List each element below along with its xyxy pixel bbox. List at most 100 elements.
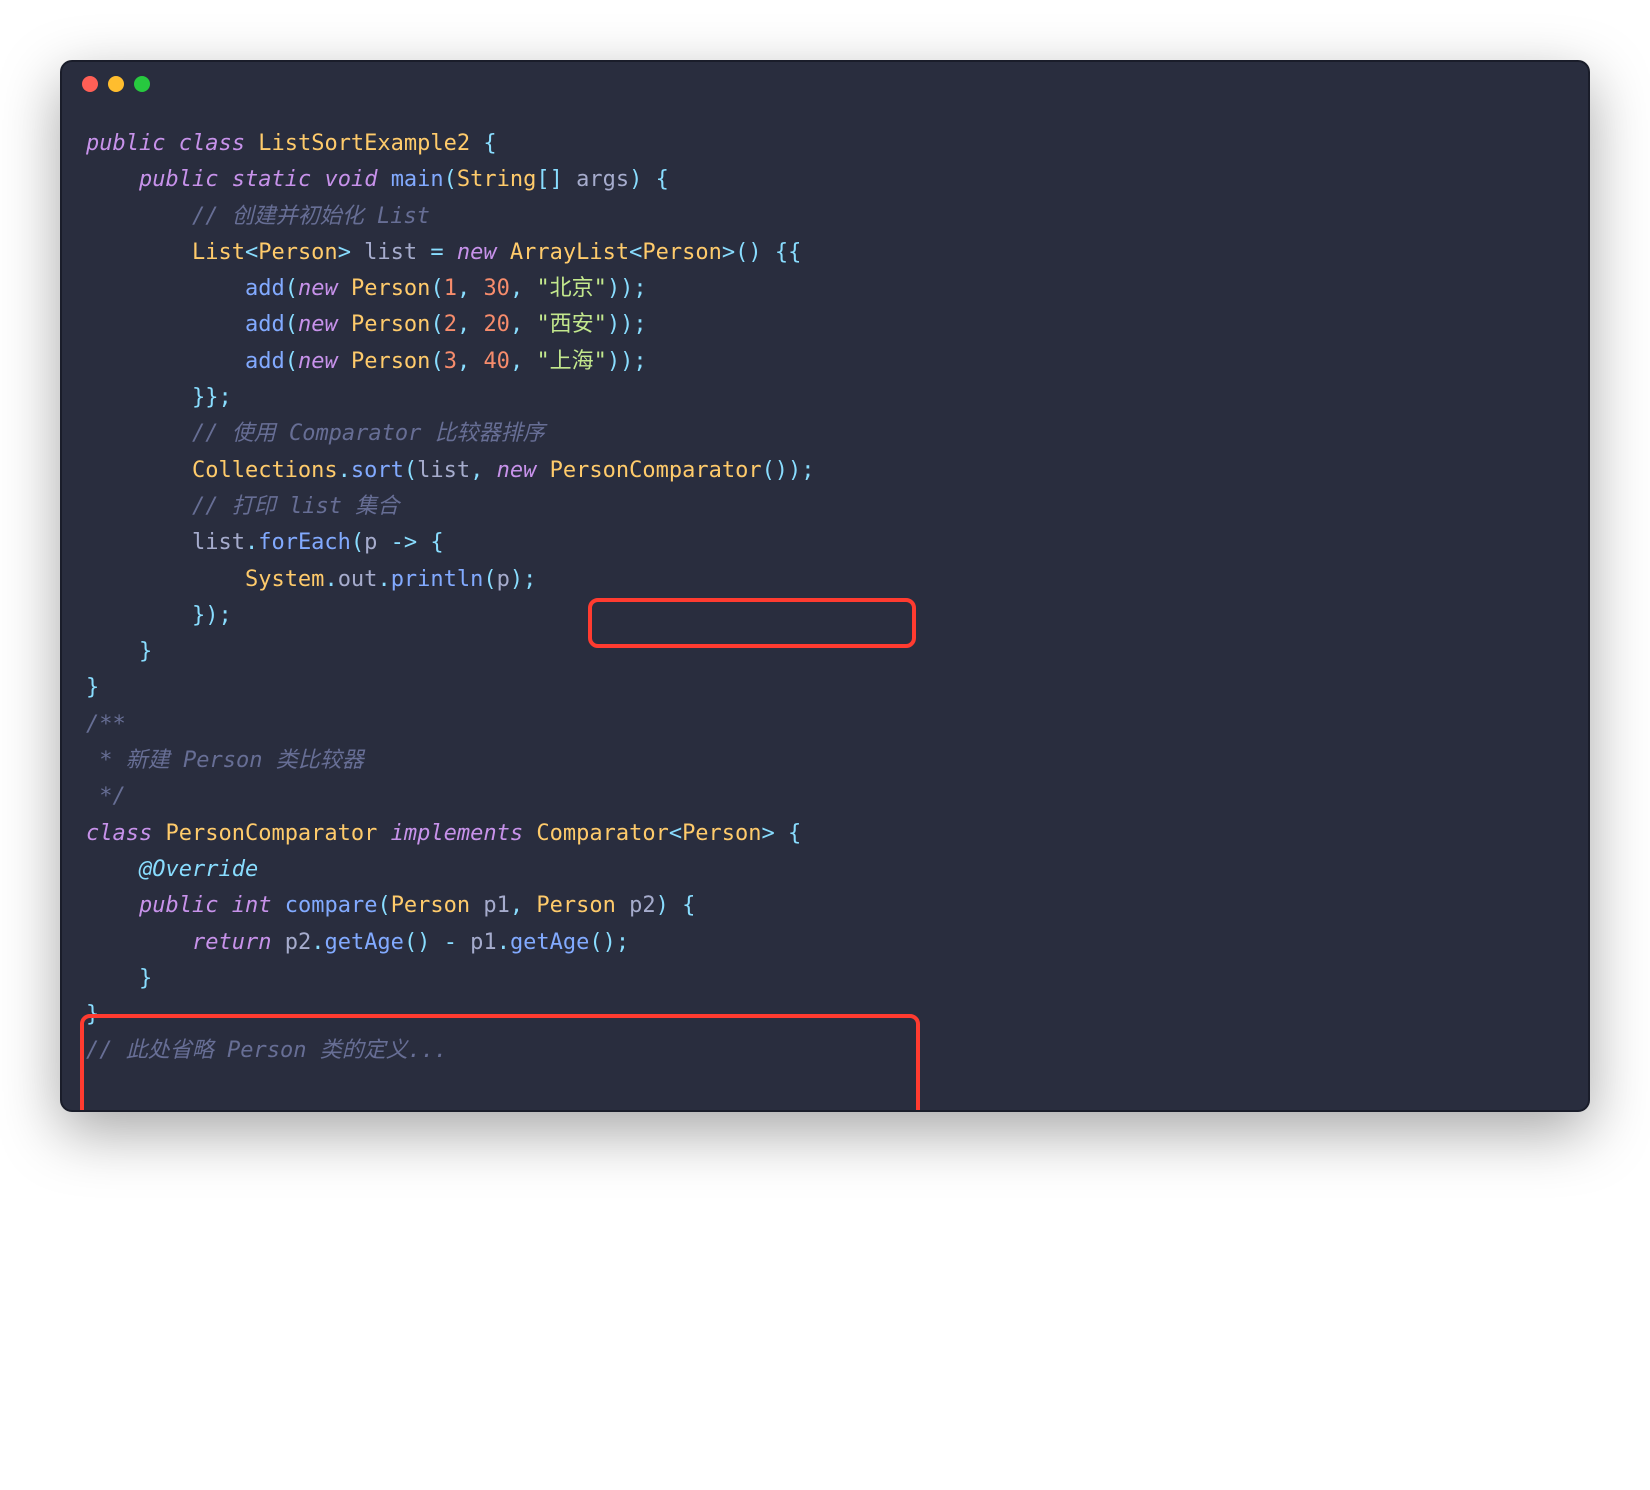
code-token bbox=[669, 893, 682, 918]
code-token: )); bbox=[607, 276, 647, 301]
code-token: , bbox=[457, 276, 470, 301]
code-token: class bbox=[86, 821, 152, 846]
code-token: new bbox=[457, 240, 497, 265]
code-token bbox=[86, 930, 192, 955]
code-token: ( bbox=[285, 312, 298, 337]
code-token: , bbox=[510, 893, 523, 918]
window-titlebar bbox=[62, 62, 1588, 106]
code-token: (); bbox=[589, 930, 629, 955]
code-token: args bbox=[563, 167, 629, 192]
code-token bbox=[470, 131, 483, 156]
code-token: . bbox=[311, 930, 324, 955]
code-token: @Override bbox=[139, 857, 258, 882]
code-token: getAge bbox=[324, 930, 403, 955]
code-token bbox=[165, 131, 178, 156]
code-token: main bbox=[391, 167, 444, 192]
code-token: , bbox=[470, 458, 483, 483]
code-token: p bbox=[497, 567, 510, 592]
code-token bbox=[86, 458, 192, 483]
code-token: forEach bbox=[258, 530, 351, 555]
code-token: -> bbox=[391, 530, 418, 555]
code-token: List bbox=[192, 240, 245, 265]
code-token: // 创建并初始化 List bbox=[192, 204, 430, 229]
code-token: static bbox=[232, 167, 311, 192]
code-token: 20 bbox=[483, 312, 510, 337]
code-token bbox=[86, 603, 192, 628]
code-token bbox=[86, 966, 139, 991]
code-token: { bbox=[483, 131, 496, 156]
code-token bbox=[152, 821, 165, 846]
code-token: "西安" bbox=[536, 312, 607, 337]
code-token: out bbox=[338, 567, 378, 592]
code-token bbox=[417, 530, 430, 555]
code-token: > bbox=[762, 821, 775, 846]
code-token bbox=[86, 167, 139, 192]
code-token bbox=[523, 276, 536, 301]
zoom-icon[interactable] bbox=[134, 76, 150, 92]
code-content: public class ListSortExample2 { public s… bbox=[86, 126, 1564, 1070]
code-token: Person bbox=[642, 240, 721, 265]
code-token: ( bbox=[377, 893, 390, 918]
code-token: new bbox=[298, 312, 338, 337]
code-token: * 新建 Person 类比较器 bbox=[86, 748, 364, 773]
code-token: , bbox=[510, 349, 523, 374]
code-token bbox=[470, 276, 483, 301]
code-token: ( bbox=[444, 167, 457, 192]
code-token: p1 bbox=[457, 930, 497, 955]
code-token: public bbox=[86, 131, 165, 156]
code-token: return bbox=[192, 930, 271, 955]
code-token: {{ bbox=[775, 240, 802, 265]
code-token: 30 bbox=[483, 276, 510, 301]
code-token: // 此处省略 Person 类的定义... bbox=[86, 1038, 447, 1063]
code-token: ( bbox=[430, 276, 443, 301]
code-area: public class ListSortExample2 { public s… bbox=[62, 106, 1588, 1110]
code-token: , bbox=[457, 349, 470, 374]
code-token: } bbox=[86, 675, 99, 700]
code-token: implements bbox=[391, 821, 523, 846]
code-token bbox=[86, 639, 139, 664]
code-token: class bbox=[179, 131, 245, 156]
code-token: } bbox=[139, 966, 152, 991]
code-token: . bbox=[338, 458, 351, 483]
code-token bbox=[762, 240, 775, 265]
code-token: ) bbox=[656, 893, 669, 918]
code-token bbox=[271, 893, 284, 918]
code-token bbox=[470, 349, 483, 374]
code-token: < bbox=[629, 240, 642, 265]
code-token: p2 bbox=[271, 930, 311, 955]
code-token bbox=[86, 385, 192, 410]
code-token: 1 bbox=[444, 276, 457, 301]
code-token: ( bbox=[430, 349, 443, 374]
code-token: 3 bbox=[444, 349, 457, 374]
code-token: >() bbox=[722, 240, 762, 265]
code-token: Person bbox=[351, 312, 430, 337]
minimize-icon[interactable] bbox=[108, 76, 124, 92]
code-token bbox=[444, 240, 457, 265]
code-token: p2 bbox=[616, 893, 656, 918]
code-token: add bbox=[245, 312, 285, 337]
code-token: add bbox=[245, 276, 285, 301]
code-token bbox=[523, 893, 536, 918]
close-icon[interactable] bbox=[82, 76, 98, 92]
code-token: = bbox=[430, 240, 443, 265]
code-token: }); bbox=[192, 603, 232, 628]
code-token: 40 bbox=[483, 349, 510, 374]
code-token: /** bbox=[86, 712, 126, 737]
code-token bbox=[497, 240, 510, 265]
code-token: Collections bbox=[192, 458, 338, 483]
code-token: () bbox=[404, 930, 431, 955]
code-token: Person bbox=[391, 893, 470, 918]
code-token: // 打印 list 集合 bbox=[192, 494, 399, 519]
code-token bbox=[86, 312, 245, 337]
code-token: { bbox=[430, 530, 443, 555]
code-token bbox=[86, 567, 245, 592]
code-token bbox=[377, 167, 390, 192]
code-token: new bbox=[497, 458, 537, 483]
code-token bbox=[470, 312, 483, 337]
code-token: Comparator bbox=[536, 821, 668, 846]
code-token: ( bbox=[404, 458, 417, 483]
code-token: ()); bbox=[762, 458, 815, 483]
code-token: "北京" bbox=[536, 276, 607, 301]
code-token: ( bbox=[430, 312, 443, 337]
code-token bbox=[86, 276, 245, 301]
